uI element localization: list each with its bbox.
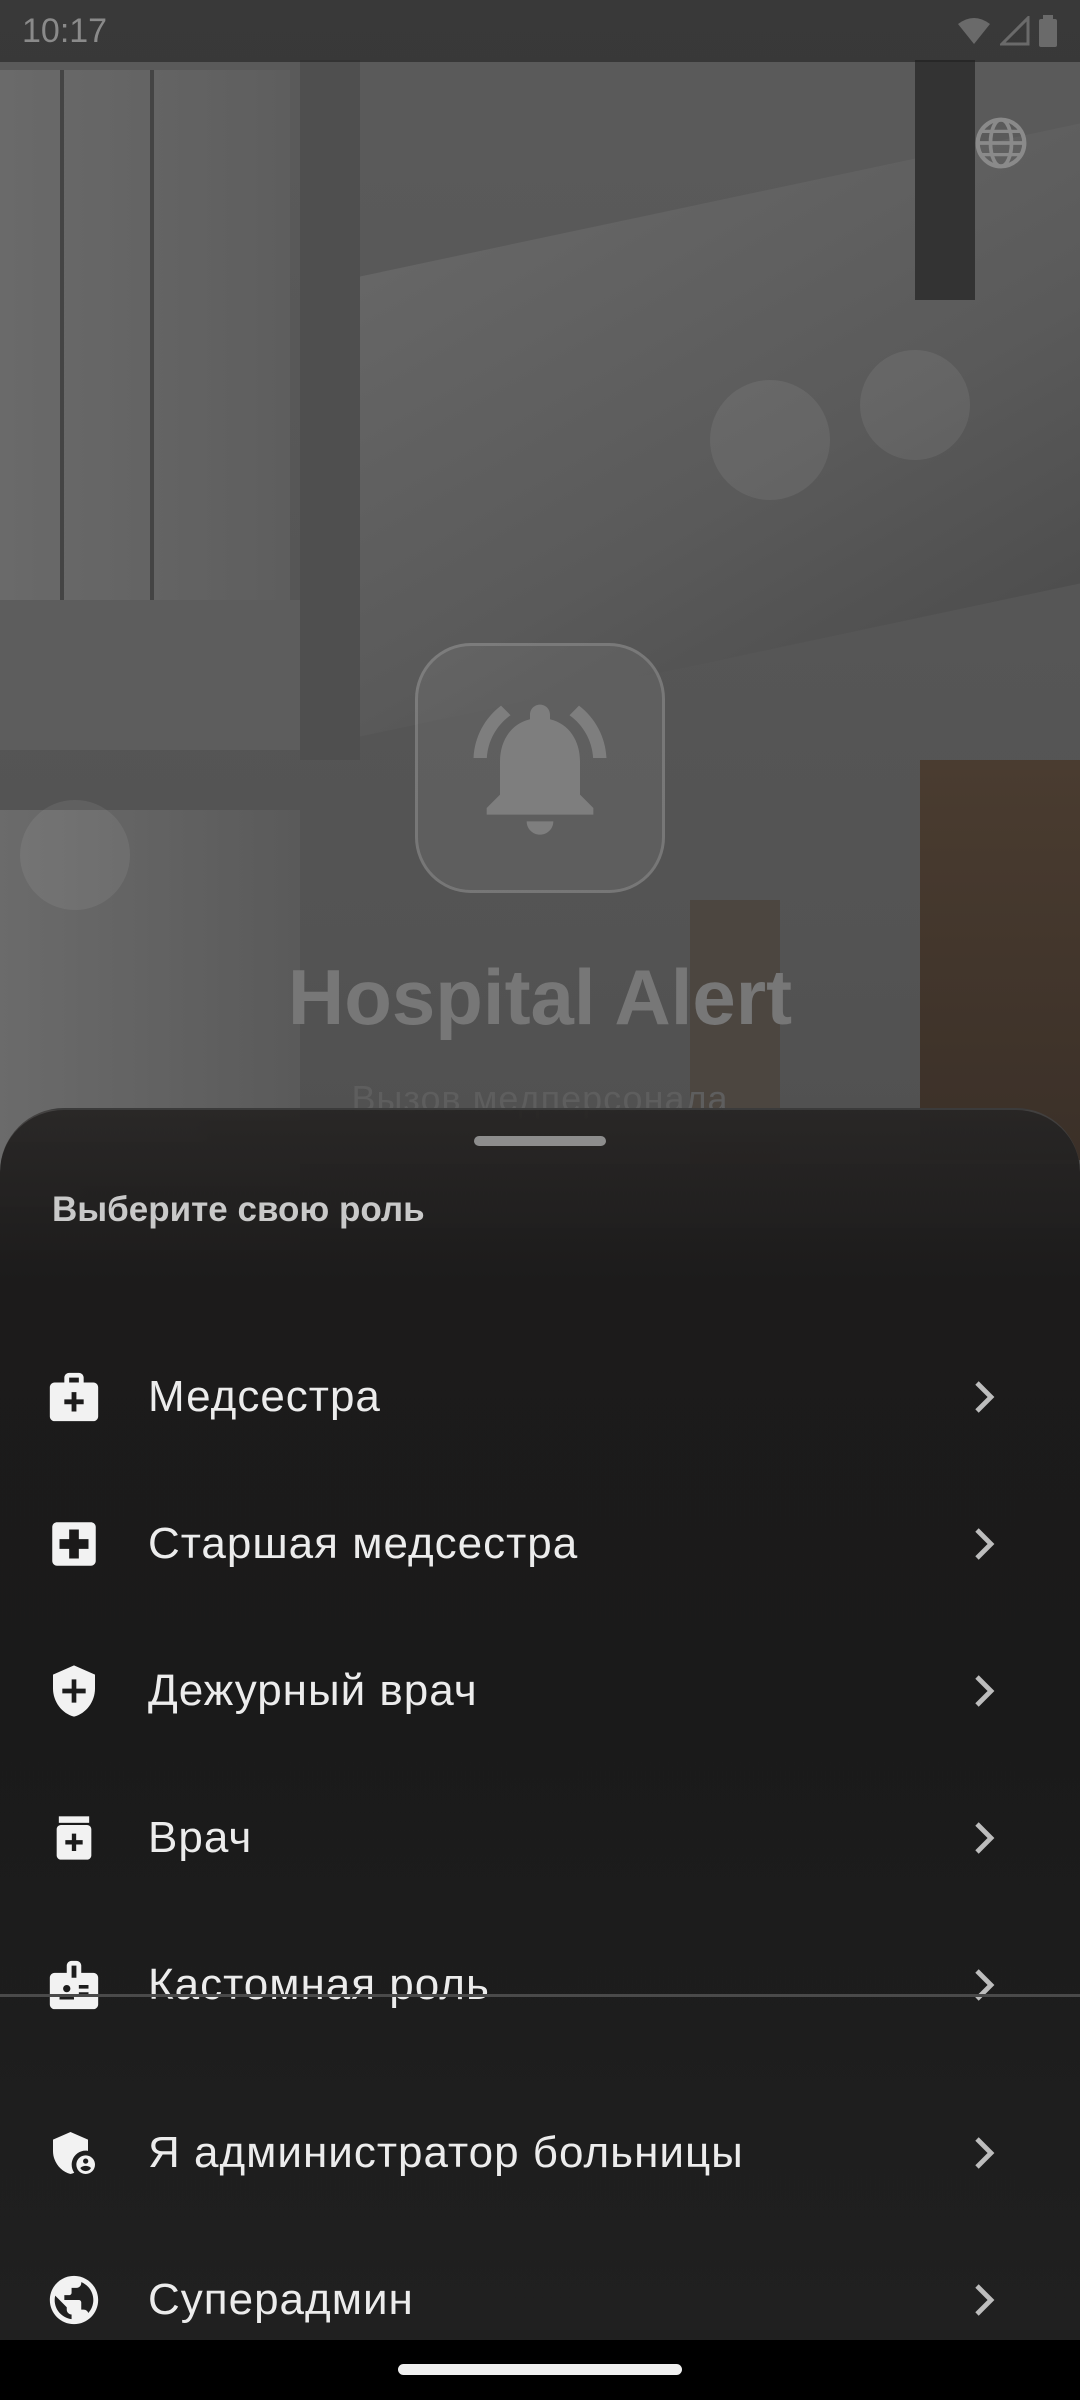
chevron-right-icon — [970, 2280, 1000, 2320]
role-item-head-nurse[interactable]: Старшая медсестра — [0, 1471, 1080, 1617]
medical-cross-box-icon — [42, 1512, 106, 1576]
role-item-hospital-admin[interactable]: Я администратор больницы — [0, 2080, 1080, 2226]
wifi-icon — [958, 18, 990, 44]
section-divider — [0, 1994, 1080, 1997]
admin-shield-icon — [42, 2121, 106, 2185]
medication-icon — [42, 1806, 106, 1870]
medical-bag-icon — [42, 1365, 106, 1429]
shield-plus-icon — [42, 1659, 106, 1723]
drag-handle[interactable] — [474, 1136, 606, 1146]
role-label: Я администратор больницы — [148, 2128, 744, 2177]
home-gesture-handle[interactable] — [398, 2364, 682, 2375]
status-time: 10:17 — [22, 11, 108, 50]
role-label: Суперадмин — [148, 2275, 414, 2324]
role-label: Дежурный врач — [148, 1666, 478, 1715]
sheet-title: Выберите свою роль — [52, 1190, 425, 1229]
role-label: Врач — [148, 1813, 253, 1862]
battery-icon — [1039, 15, 1057, 47]
status-bar: 10:17 — [0, 0, 1080, 62]
language-button[interactable] — [970, 112, 1032, 174]
chevron-right-icon — [970, 1965, 1000, 2005]
globe-icon — [42, 2268, 106, 2332]
app-title: Hospital Alert — [287, 953, 793, 1041]
role-item-doctor[interactable]: Врач — [0, 1765, 1080, 1911]
signal-icon — [1000, 16, 1030, 46]
navigation-bar — [0, 2340, 1080, 2400]
app-logo — [415, 643, 665, 893]
bell-ringing-icon — [473, 704, 607, 835]
role-label: Кастомная роль — [148, 1960, 490, 2009]
role-label: Медсестра — [148, 1372, 381, 1421]
chevron-right-icon — [970, 1671, 1000, 1711]
chevron-right-icon — [970, 2133, 1000, 2173]
role-item-nurse[interactable]: Медсестра — [0, 1324, 1080, 1470]
role-label: Старшая медсестра — [148, 1519, 579, 1568]
role-item-duty-doctor[interactable]: Дежурный врач — [0, 1618, 1080, 1764]
role-bottom-sheet: Выберите свою роль Медсестра Старшая мед… — [0, 1108, 1080, 2340]
chevron-right-icon — [970, 1818, 1000, 1858]
chevron-right-icon — [970, 1524, 1000, 1564]
role-item-custom-role[interactable]: Кастомная роль — [0, 1912, 1080, 2058]
chevron-right-icon — [970, 1377, 1000, 1417]
badge-icon — [42, 1953, 106, 2017]
globe-icon — [975, 117, 1027, 169]
